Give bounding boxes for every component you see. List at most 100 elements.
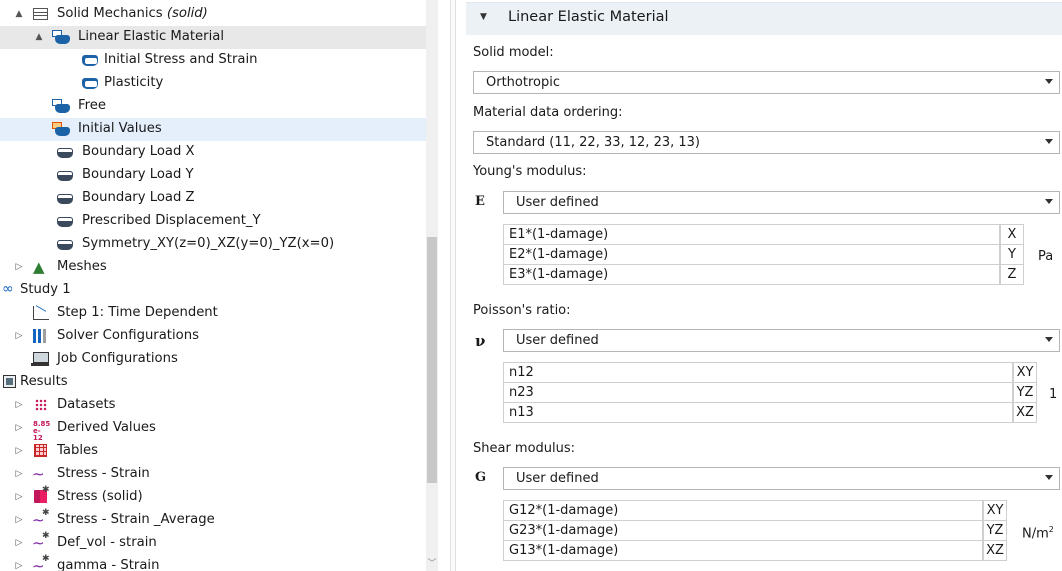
chevron-down-icon	[1045, 79, 1053, 84]
tree-item-meshes[interactable]: ▷ ▲ Meshes	[0, 256, 426, 279]
expand-arrow-icon[interactable]: ▷	[14, 398, 24, 412]
tree-item-step-1[interactable]: Step 1: Time Dependent	[0, 302, 426, 325]
datasets-icon	[32, 397, 50, 413]
shear-source-value: User defined	[516, 471, 599, 486]
tree-item-label: Datasets	[57, 397, 116, 412]
poisson-yz-input[interactable]: n23	[503, 382, 1013, 403]
expand-arrow-icon[interactable]: ▷	[14, 260, 24, 274]
boundary-icon	[56, 190, 74, 206]
tree-item-label: Boundary Load Y	[82, 167, 194, 182]
tree-item-boundary-load-x[interactable]: Boundary Load X	[0, 141, 426, 164]
plot-1d-icon: ∼ ✱	[32, 554, 50, 571]
expand-arrow-icon[interactable]: ▷	[14, 513, 24, 527]
tree-item-free[interactable]: Free	[0, 95, 426, 118]
settings-panel: ▼ Linear Elastic Material Solid model: O…	[456, 0, 1062, 571]
section-header[interactable]: ▼ Linear Elastic Material	[466, 2, 1062, 35]
tree-item-label: Def_vol - strain	[57, 535, 157, 550]
youngs-z-input[interactable]: E3*(1-damage)	[503, 264, 1000, 285]
tree-item-def-vol-strain[interactable]: ▷ ∼ ✱ Def_vol - strain	[0, 531, 426, 555]
tree-item-initial-stress-strain[interactable]: Initial Stress and Strain	[0, 49, 426, 72]
tree-item-datasets[interactable]: ▷ Datasets	[0, 394, 426, 417]
plot-1d-icon: ∼ ✱	[32, 531, 50, 552]
youngs-x-input[interactable]: E1*(1-damage)	[503, 224, 1000, 245]
poisson-xy-input[interactable]: n12	[503, 362, 1013, 383]
tree-item-label: Initial Stress and Strain	[104, 52, 258, 67]
solver-icon	[32, 328, 50, 344]
tree-item-job-configurations[interactable]: Job Configurations	[0, 348, 426, 371]
expand-arrow-icon[interactable]: ▷	[14, 421, 24, 435]
shear-source-select[interactable]: User defined	[503, 467, 1060, 490]
ordering-label: Material data ordering:	[473, 105, 623, 120]
collapse-arrow-icon[interactable]: ▲	[14, 7, 24, 21]
component-tag: Z	[1000, 264, 1024, 285]
poisson-source-select[interactable]: User defined	[503, 329, 1060, 352]
expand-arrow-icon[interactable]: ▷	[14, 536, 24, 550]
tree-item-study-1[interactable]: ∞ Study 1	[0, 279, 426, 302]
solid-model-label: Solid model:	[473, 45, 554, 60]
section-collapse-icon[interactable]: ▼	[480, 12, 487, 22]
tree-item-gamma-strain[interactable]: ▷ ∼ ✱ gamma - Strain	[0, 554, 426, 571]
subnode-icon	[81, 52, 99, 68]
tree-item-label: Boundary Load X	[82, 144, 195, 159]
tree-item-tables[interactable]: ▷ Tables	[0, 440, 426, 463]
shear-modulus-label: Shear modulus:	[473, 441, 576, 456]
component-tag: Y	[1000, 244, 1024, 265]
tree-item-label: Step 1: Time Dependent	[57, 305, 218, 320]
tree-item-label: Boundary Load Z	[82, 190, 195, 205]
tree-item-boundary-load-y[interactable]: Boundary Load Y	[0, 164, 426, 187]
tree-item-initial-values[interactable]: Initial Values	[0, 118, 426, 141]
tree-item-label: gamma - Strain	[57, 558, 160, 571]
component-tag: YZ	[1013, 382, 1037, 403]
expand-arrow-icon[interactable]: ▷	[14, 467, 24, 481]
youngs-source-select[interactable]: User defined	[503, 191, 1060, 214]
tree-item-label: Initial Values	[78, 121, 162, 136]
results-icon	[2, 374, 20, 390]
youngs-y-input[interactable]: E2*(1-damage)	[503, 244, 1000, 265]
tree-item-stress-strain[interactable]: ▷ ∼ Stress - Strain	[0, 463, 426, 486]
section-title: Linear Elastic Material	[508, 9, 669, 25]
solid-mechanics-icon	[32, 6, 50, 22]
tree-item-stress-solid[interactable]: ▷ ✱ Stress (solid)	[0, 485, 426, 509]
ordering-select[interactable]: Standard (11, 22, 33, 12, 23, 13)	[473, 131, 1060, 154]
tree-item-boundary-load-z[interactable]: Boundary Load Z	[0, 187, 426, 210]
poissons-ratio-label: Poisson's ratio:	[473, 303, 571, 318]
tree-item-label: Solid Mechanics	[57, 6, 163, 21]
tree-item-plasticity[interactable]: Plasticity	[0, 72, 426, 95]
tree-item-label: Plasticity	[104, 75, 164, 90]
scroll-down-icon[interactable]: ﹀	[426, 558, 438, 571]
tree-item-solver-configurations[interactable]: ▷ Solver Configurations	[0, 325, 426, 348]
tree-item-label: Tables	[57, 443, 98, 458]
expand-arrow-icon[interactable]: ▷	[14, 329, 24, 343]
chevron-down-icon	[1045, 139, 1053, 144]
expand-arrow-icon[interactable]: ▷	[14, 490, 24, 504]
tree-item-symmetry[interactable]: Symmetry_XY(z=0)_XZ(y=0)_YZ(x=0)	[0, 233, 426, 256]
solid-model-select[interactable]: Orthotropic	[473, 71, 1060, 94]
tree-scrollbar-thumb[interactable]	[427, 237, 437, 483]
tree-scrollbar[interactable]: ﹀	[426, 0, 438, 571]
chevron-down-icon	[1045, 337, 1053, 342]
shear-xz-input[interactable]: G13*(1-damage)	[503, 540, 983, 561]
poisson-xz-input[interactable]: n13	[503, 402, 1013, 423]
tree-item-results[interactable]: Results	[0, 371, 426, 394]
expand-arrow-icon[interactable]: ▷	[14, 559, 24, 571]
youngs-modulus-label: Young's modulus:	[473, 164, 587, 179]
plot-1d-icon: ∼ ✱	[32, 508, 50, 529]
tree-item-linear-elastic-material[interactable]: ▲ Linear Elastic Material	[0, 26, 426, 49]
shear-yz-input[interactable]: G23*(1-damage)	[503, 520, 983, 541]
component-tag: XZ	[1013, 402, 1037, 423]
tree-item-label: Study 1	[20, 282, 71, 297]
tree-item-prescribed-displacement[interactable]: Prescribed Displacement_Y	[0, 210, 426, 233]
tree-item-label: Stress - Strain _Average	[57, 512, 215, 527]
tree-item-label: Stress - Strain	[57, 466, 150, 481]
boundary-icon	[56, 213, 74, 229]
expand-arrow-icon[interactable]: ▷	[14, 444, 24, 458]
collapse-arrow-icon[interactable]: ▲	[34, 30, 44, 44]
component-tag: XZ	[983, 540, 1007, 561]
tree-item-derived-values[interactable]: ▷ 8.85 e-12 Derived Values	[0, 417, 426, 442]
tree-item-solid-mechanics[interactable]: ▲ Solid Mechanics (solid)	[0, 3, 426, 26]
tree-item-stress-strain-average[interactable]: ▷ ∼ ✱ Stress - Strain _Average	[0, 508, 426, 532]
component-tag: YZ	[983, 520, 1007, 541]
shear-xy-input[interactable]: G12*(1-damage)	[503, 500, 983, 521]
tree-item-label: Symmetry_XY(z=0)_XZ(y=0)_YZ(x=0)	[82, 236, 335, 251]
plot-3d-icon: ✱	[32, 485, 50, 505]
